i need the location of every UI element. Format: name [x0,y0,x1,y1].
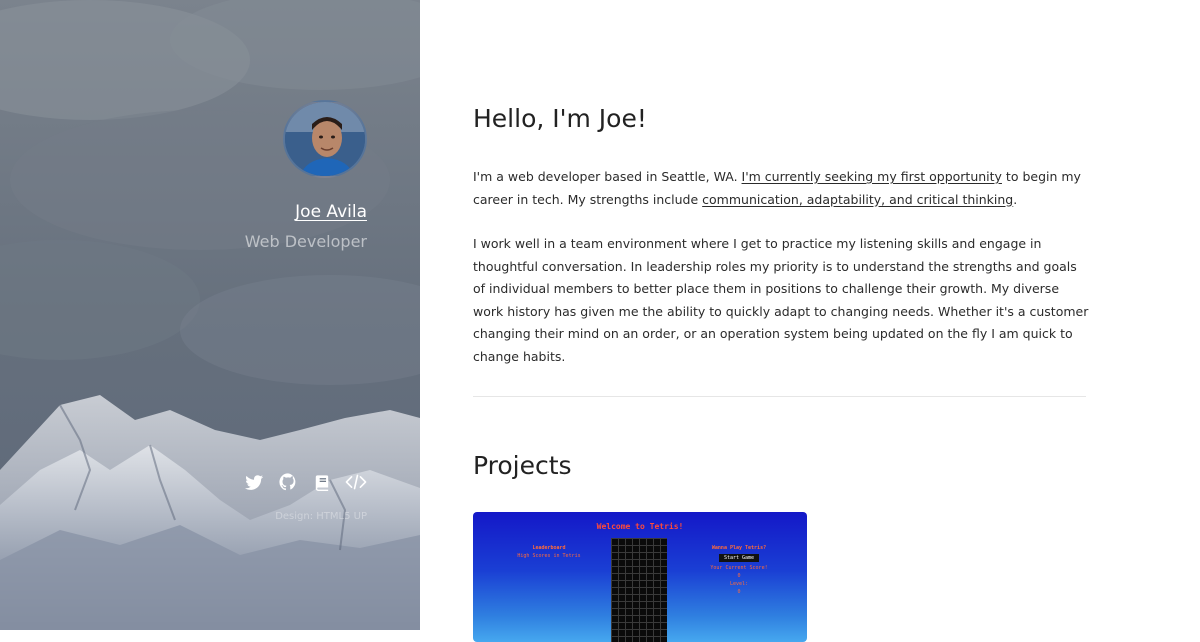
twitter-icon[interactable] [243,472,265,492]
mountain-background-image [0,0,420,630]
teamwork-paragraph: I work well in a team environment where … [473,236,1089,364]
tetris-board-grid [611,538,667,642]
role-subtitle: Web Developer [244,232,367,251]
tetris-leaderboard: Leaderboard High Scores in Tetris [509,544,589,560]
avatar[interactable] [283,100,367,178]
tetris-title: Welcome to Tetris! [596,522,684,531]
book-icon[interactable] [311,472,333,492]
score-label: Your Current Score! [710,565,768,571]
strengths-link[interactable]: communication, adaptability, and critica… [702,192,1013,207]
level-value: 0 [737,589,741,595]
code-icon[interactable] [345,472,367,492]
opportunity-link[interactable]: I'm currently seeking my first opportuni… [742,169,1002,184]
tetris-side-panel: Wanna Play Tetris? Start Game Your Curre… [699,544,779,596]
play-prompt: Wanna Play Tetris? [711,545,767,551]
score-value: 0 [737,573,741,579]
design-credit[interactable]: Design: HTML5 UP [275,511,367,522]
github-icon[interactable] [277,472,299,492]
leaderboard-title: Leaderboard [532,545,566,551]
intro-paragraph: I'm a web developer based in Seattle, WA… [473,166,1091,211]
name-link[interactable]: Joe Avila [295,202,367,222]
projects-heading: Projects [473,451,572,480]
tetris-project-card[interactable]: Welcome to Tetris! Leaderboard High Scor… [473,512,807,642]
start-game-button: Start Game [718,554,760,562]
social-links [243,472,367,492]
intro-text-1: I'm a web developer based in Seattle, WA… [473,169,742,184]
section-divider [473,396,1086,397]
level-label: Level: [729,581,749,587]
leaderboard-subtitle: High Scores in Tetris [517,553,581,559]
sidebar: Joe Avila Web Developer Design: HTML5 UP [0,0,420,630]
page-title: Hello, I'm Joe! [473,104,647,133]
main-content: Hello, I'm Joe! I'm a web developer base… [473,0,1088,642]
intro-text-3: . [1013,191,1018,207]
